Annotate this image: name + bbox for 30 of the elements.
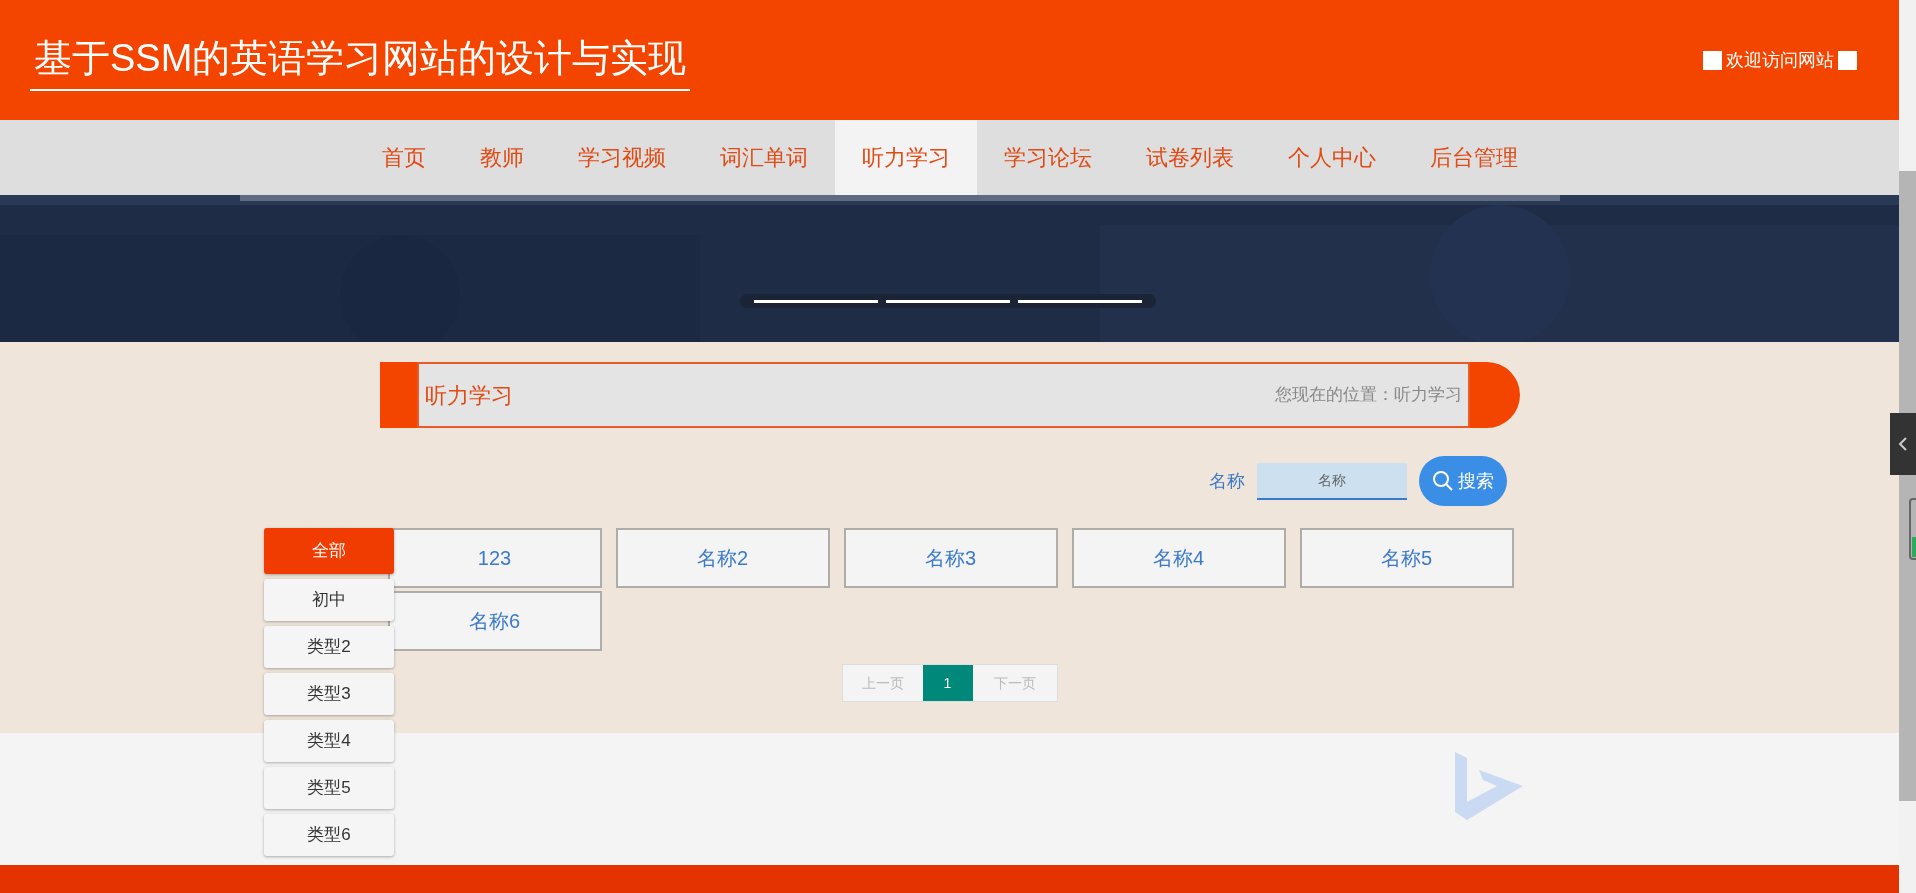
item-card[interactable]: 名称2 xyxy=(615,528,830,588)
nav-link[interactable]: 听力学习 xyxy=(834,120,977,195)
category-button[interactable]: 类型4 xyxy=(264,720,394,762)
square-icon xyxy=(1838,50,1857,70)
category-button[interactable]: 初中 xyxy=(264,579,394,621)
item-card[interactable]: 名称6 xyxy=(387,591,602,651)
item-card[interactable]: 名称4 xyxy=(1071,528,1286,588)
side-panel-tab[interactable] xyxy=(1890,413,1916,475)
search-field[interactable]: 名称 xyxy=(1256,462,1407,500)
item-card[interactable]: 名称3 xyxy=(843,528,1058,588)
category-button[interactable]: 全部 xyxy=(264,528,394,574)
category-button[interactable]: 类型3 xyxy=(264,673,394,715)
section-title: 听力学习 xyxy=(424,381,513,410)
category-button[interactable]: 类型5 xyxy=(264,767,394,809)
square-icon xyxy=(1703,50,1722,70)
category-button[interactable]: 类型6 xyxy=(264,814,394,856)
item-card[interactable]: 123 xyxy=(387,528,602,588)
category-button[interactable]: 类型2 xyxy=(264,626,394,668)
search-button[interactable]: 搜索 xyxy=(1418,456,1507,506)
site-title: 基于SSM的英语学习网站的设计与实现 xyxy=(30,29,691,91)
scrollbar[interactable] xyxy=(1899,0,1916,893)
breadcrumb: 您现在的位置：听力学习 xyxy=(1274,384,1462,407)
widget-icon[interactable] xyxy=(1909,498,1916,560)
welcome-text: 欢迎访问网站 xyxy=(1726,48,1834,72)
item-card[interactable]: 名称5 xyxy=(1299,528,1514,588)
search-label: 名称 xyxy=(1208,469,1245,493)
logo-icon xyxy=(1453,750,1525,822)
search-icon xyxy=(1431,470,1454,492)
chevron-left-icon xyxy=(1898,436,1908,452)
page-link[interactable]: 1 xyxy=(922,665,973,701)
